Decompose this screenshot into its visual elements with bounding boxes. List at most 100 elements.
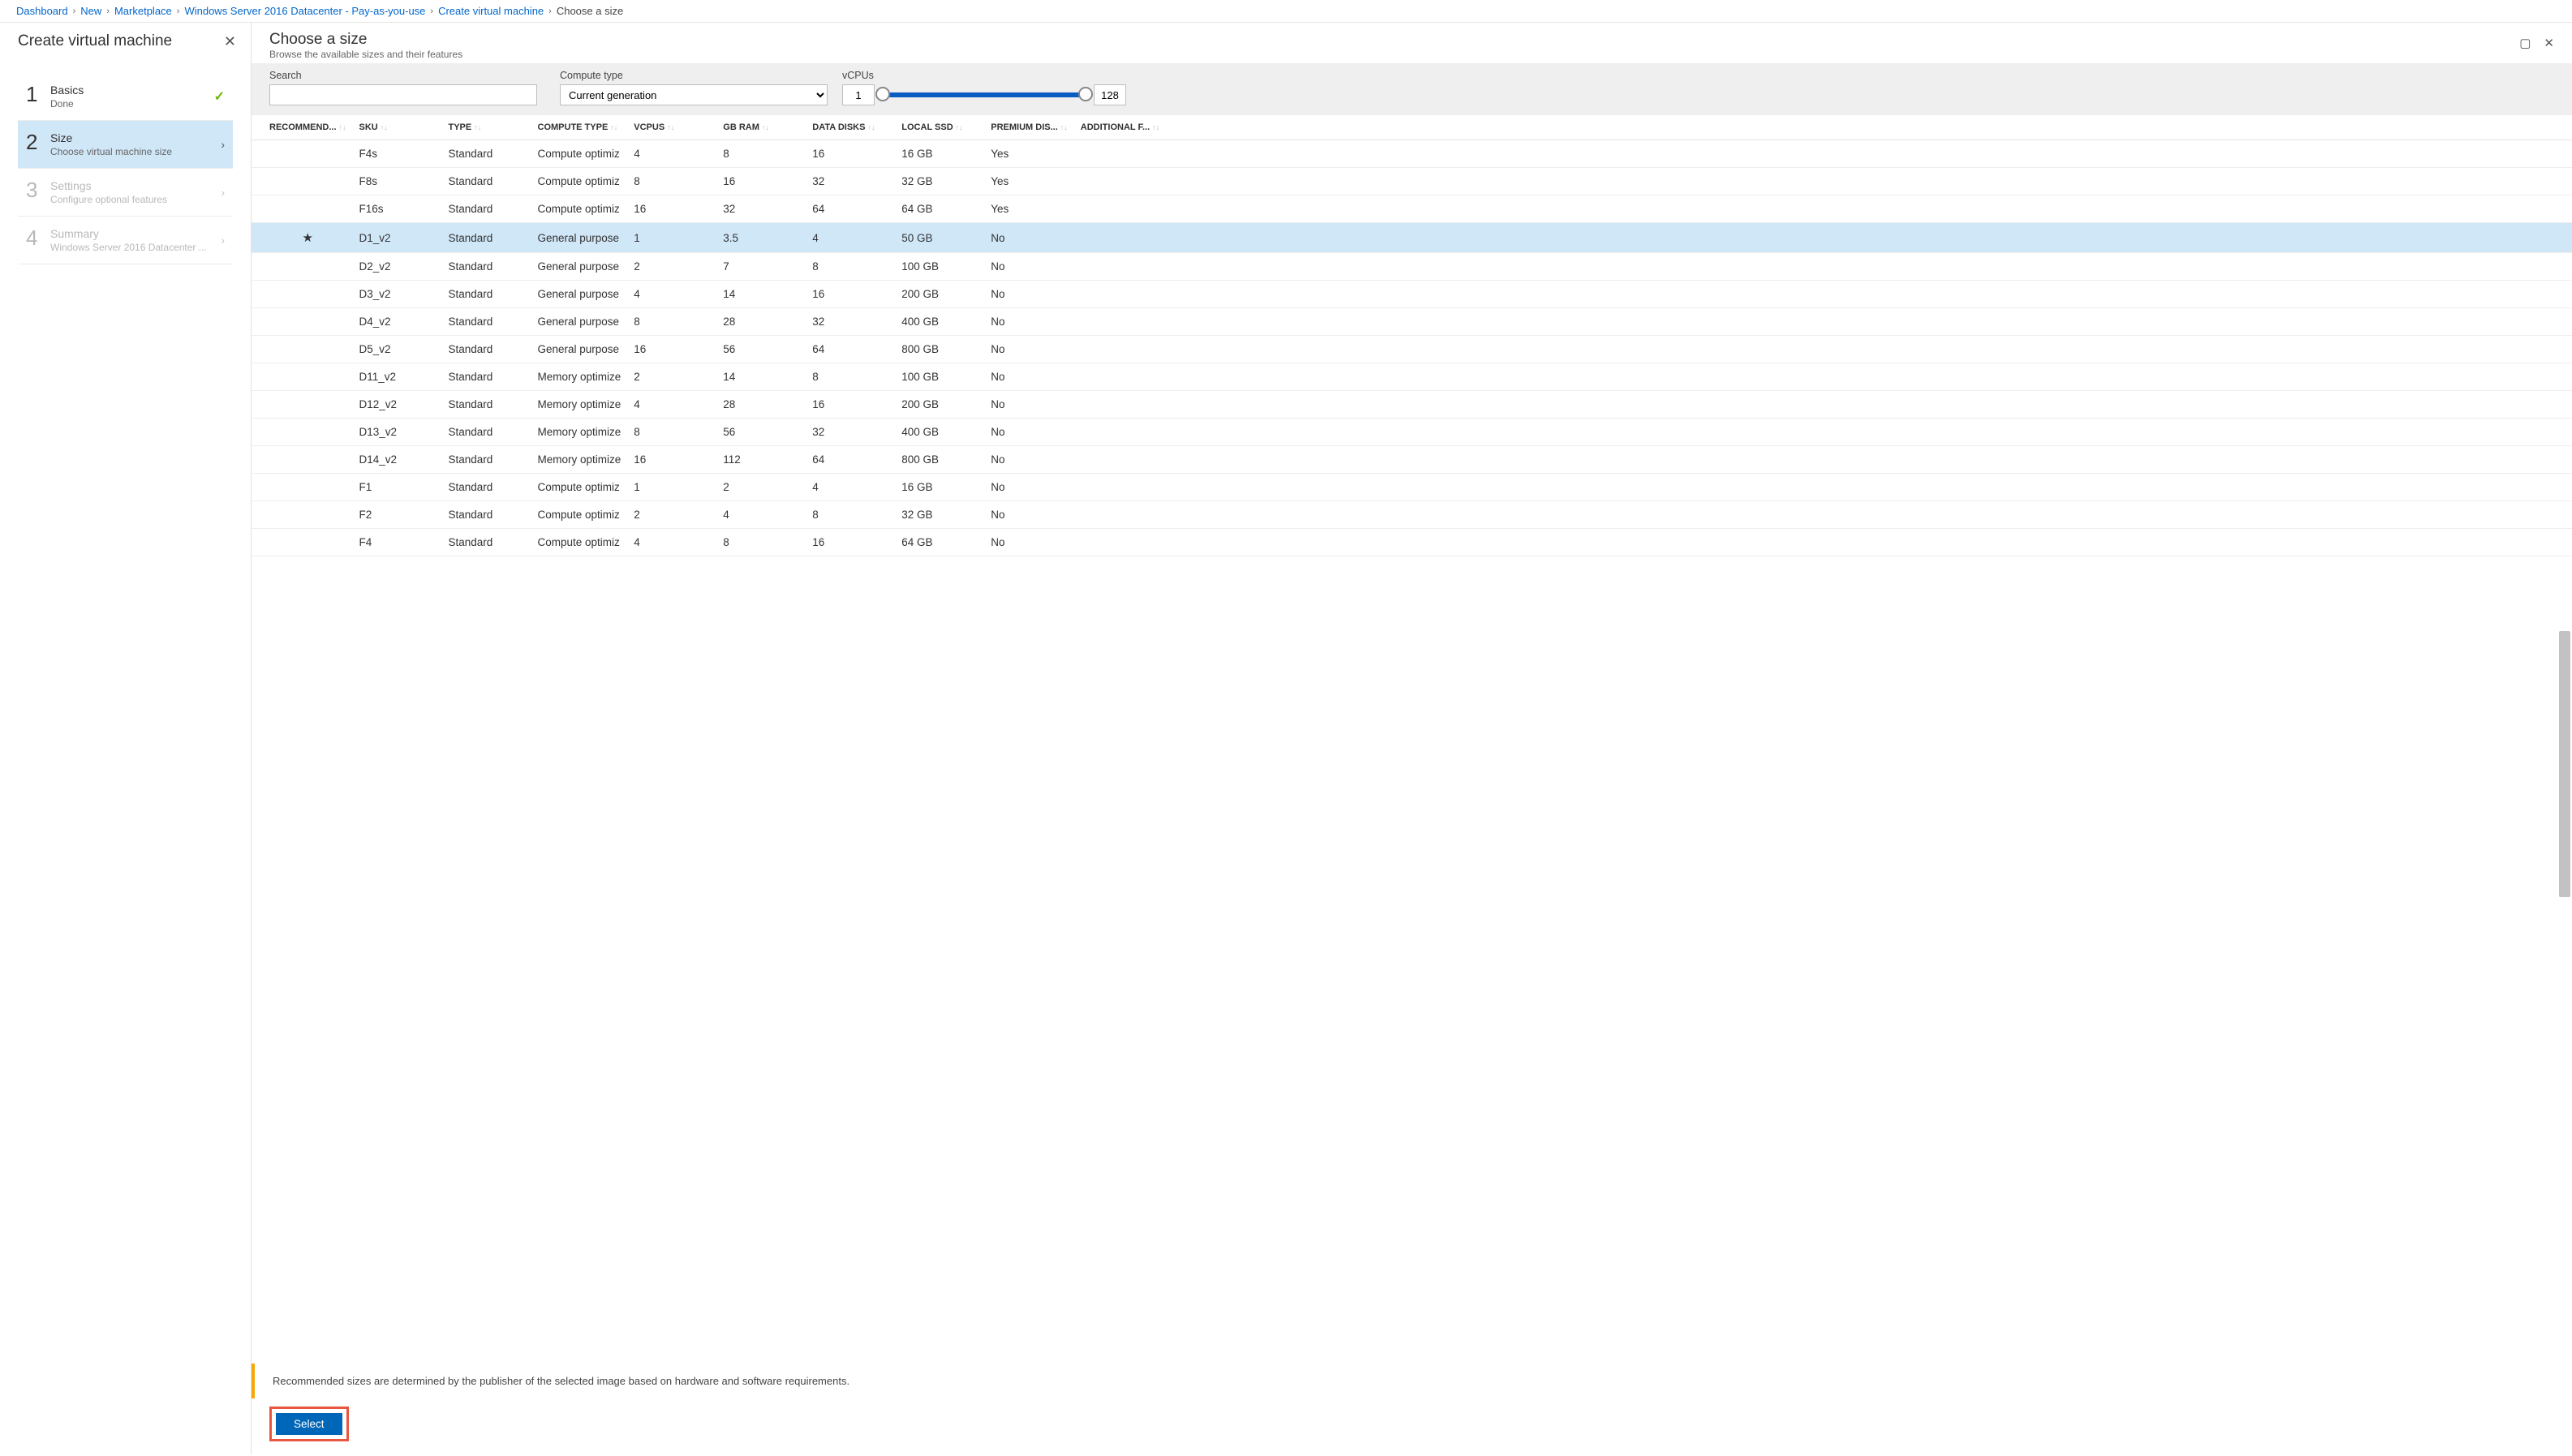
cell xyxy=(1074,253,2572,281)
cell: 2 xyxy=(627,363,716,391)
column-header[interactable]: SKU↑↓ xyxy=(353,115,442,140)
cell: 16 xyxy=(716,168,806,195)
breadcrumb-item[interactable]: New xyxy=(80,5,101,17)
table-row[interactable]: F1StandardCompute optimiz12416 GBNo xyxy=(252,474,2572,501)
select-button-highlight: Select xyxy=(269,1407,349,1441)
cell xyxy=(252,253,353,281)
restore-icon[interactable]: ▢ xyxy=(2519,36,2531,50)
cell: Standard xyxy=(442,308,531,336)
search-input[interactable] xyxy=(269,84,537,105)
size-table: RECOMMEND...↑↓SKU↑↓TYPE↑↓COMPUTE TYPE↑↓V… xyxy=(252,115,2572,556)
cell: 4 xyxy=(806,474,895,501)
cell: No xyxy=(984,529,1074,556)
chevron-right-icon: › xyxy=(221,186,225,199)
step-label: Size xyxy=(50,131,221,144)
cell: 14 xyxy=(716,281,806,308)
vcpus-label: vCPUs xyxy=(842,70,2554,81)
table-row[interactable]: D5_v2StandardGeneral purpose165664800 GB… xyxy=(252,336,2572,363)
cell: Standard xyxy=(442,363,531,391)
vcpus-min-input[interactable] xyxy=(842,84,875,105)
cell: 200 GB xyxy=(895,391,984,419)
cell: 28 xyxy=(716,308,806,336)
cell: Compute optimiz xyxy=(531,529,628,556)
breadcrumb-item[interactable]: Dashboard xyxy=(16,5,68,17)
cell: 4 xyxy=(806,223,895,253)
cell xyxy=(1074,363,2572,391)
table-row[interactable]: D11_v2StandardMemory optimize2148100 GBN… xyxy=(252,363,2572,391)
cell: General purpose xyxy=(531,281,628,308)
column-header[interactable]: PREMIUM DIS...↑↓ xyxy=(984,115,1074,140)
step-sublabel: Choose virtual machine size xyxy=(50,146,213,157)
breadcrumb: Dashboard›New›Marketplace›Windows Server… xyxy=(0,0,2572,23)
table-row[interactable]: ★D1_v2StandardGeneral purpose13.5450 GBN… xyxy=(252,223,2572,253)
column-header[interactable]: RECOMMEND...↑↓ xyxy=(252,115,353,140)
table-row[interactable]: D14_v2StandardMemory optimize1611264800 … xyxy=(252,446,2572,474)
cell: 56 xyxy=(716,419,806,446)
pane-subtitle: Browse the available sizes and their fea… xyxy=(269,49,2519,60)
chevron-right-icon: › xyxy=(221,138,225,151)
step-number: 2 xyxy=(26,131,50,152)
wizard-step-basics[interactable]: 1BasicsDone✓ xyxy=(18,73,233,121)
table-row[interactable]: D12_v2StandardMemory optimize42816200 GB… xyxy=(252,391,2572,419)
table-row[interactable]: F8sStandardCompute optimiz8163232 GBYes xyxy=(252,168,2572,195)
cell: D4_v2 xyxy=(353,308,442,336)
cell: Compute optimiz xyxy=(531,474,628,501)
cell: 4 xyxy=(716,501,806,529)
cell: 8 xyxy=(806,501,895,529)
cell: 800 GB xyxy=(895,336,984,363)
wizard-step-settings: 3SettingsConfigure optional features› xyxy=(18,169,233,217)
cell: D1_v2 xyxy=(353,223,442,253)
breadcrumb-item[interactable]: Marketplace xyxy=(114,5,172,17)
slider-thumb-min[interactable] xyxy=(875,87,890,101)
table-row[interactable]: F2StandardCompute optimiz24832 GBNo xyxy=(252,501,2572,529)
cell xyxy=(1074,474,2572,501)
vcpus-max-input[interactable] xyxy=(1094,84,1126,105)
table-row[interactable]: D2_v2StandardGeneral purpose278100 GBNo xyxy=(252,253,2572,281)
cell: 16 xyxy=(806,281,895,308)
wizard-step-summary: 4SummaryWindows Server 2016 Datacenter .… xyxy=(18,217,233,264)
column-header[interactable]: LOCAL SSD↑↓ xyxy=(895,115,984,140)
cell: 7 xyxy=(716,253,806,281)
wizard-step-size[interactable]: 2Size Choose virtual machine size › xyxy=(18,121,233,169)
cell xyxy=(252,140,353,168)
cell xyxy=(1074,446,2572,474)
select-button[interactable]: Select xyxy=(276,1413,342,1435)
slider-thumb-max[interactable] xyxy=(1078,87,1093,101)
cell: 56 xyxy=(716,336,806,363)
close-icon[interactable]: ✕ xyxy=(224,33,236,50)
close-icon[interactable]: ✕ xyxy=(2544,36,2554,50)
column-header[interactable]: GB RAM↑↓ xyxy=(716,115,806,140)
cell: 1 xyxy=(627,223,716,253)
cell: 4 xyxy=(627,391,716,419)
column-header[interactable]: DATA DISKS↑↓ xyxy=(806,115,895,140)
vertical-scrollbar[interactable] xyxy=(2559,148,2570,1357)
table-row[interactable]: D13_v2StandardMemory optimize85632400 GB… xyxy=(252,419,2572,446)
table-row[interactable]: D4_v2StandardGeneral purpose82832400 GBN… xyxy=(252,308,2572,336)
column-header[interactable]: COMPUTE TYPE↑↓ xyxy=(531,115,628,140)
cell: 8 xyxy=(806,253,895,281)
table-row[interactable]: F4StandardCompute optimiz481664 GBNo xyxy=(252,529,2572,556)
breadcrumb-item[interactable]: Create virtual machine xyxy=(438,5,544,17)
scrollbar-thumb[interactable] xyxy=(2559,631,2570,897)
cell: 64 xyxy=(806,195,895,223)
cell: 2 xyxy=(627,253,716,281)
vcpus-slider[interactable] xyxy=(883,92,1086,97)
column-header[interactable]: TYPE↑↓ xyxy=(442,115,531,140)
compute-type-select[interactable]: Current generation xyxy=(560,84,828,105)
breadcrumb-item[interactable]: Windows Server 2016 Datacenter - Pay-as-… xyxy=(184,5,425,17)
table-row[interactable]: F4sStandardCompute optimiz481616 GBYes xyxy=(252,140,2572,168)
cell: No xyxy=(984,474,1074,501)
table-row[interactable]: D3_v2StandardGeneral purpose41416200 GBN… xyxy=(252,281,2572,308)
cell: F16s xyxy=(353,195,442,223)
cell xyxy=(252,195,353,223)
column-header[interactable]: VCPUS↑↓ xyxy=(627,115,716,140)
table-row[interactable]: F16sStandardCompute optimiz16326464 GBYe… xyxy=(252,195,2572,223)
cell xyxy=(252,336,353,363)
check-icon: ✓ xyxy=(214,88,225,105)
column-header[interactable]: ADDITIONAL F...↑↓ xyxy=(1074,115,2572,140)
cell: Standard xyxy=(442,195,531,223)
cell: F4 xyxy=(353,529,442,556)
cell: 8 xyxy=(806,363,895,391)
cell: No xyxy=(984,501,1074,529)
chevron-right-icon: › xyxy=(548,6,552,16)
